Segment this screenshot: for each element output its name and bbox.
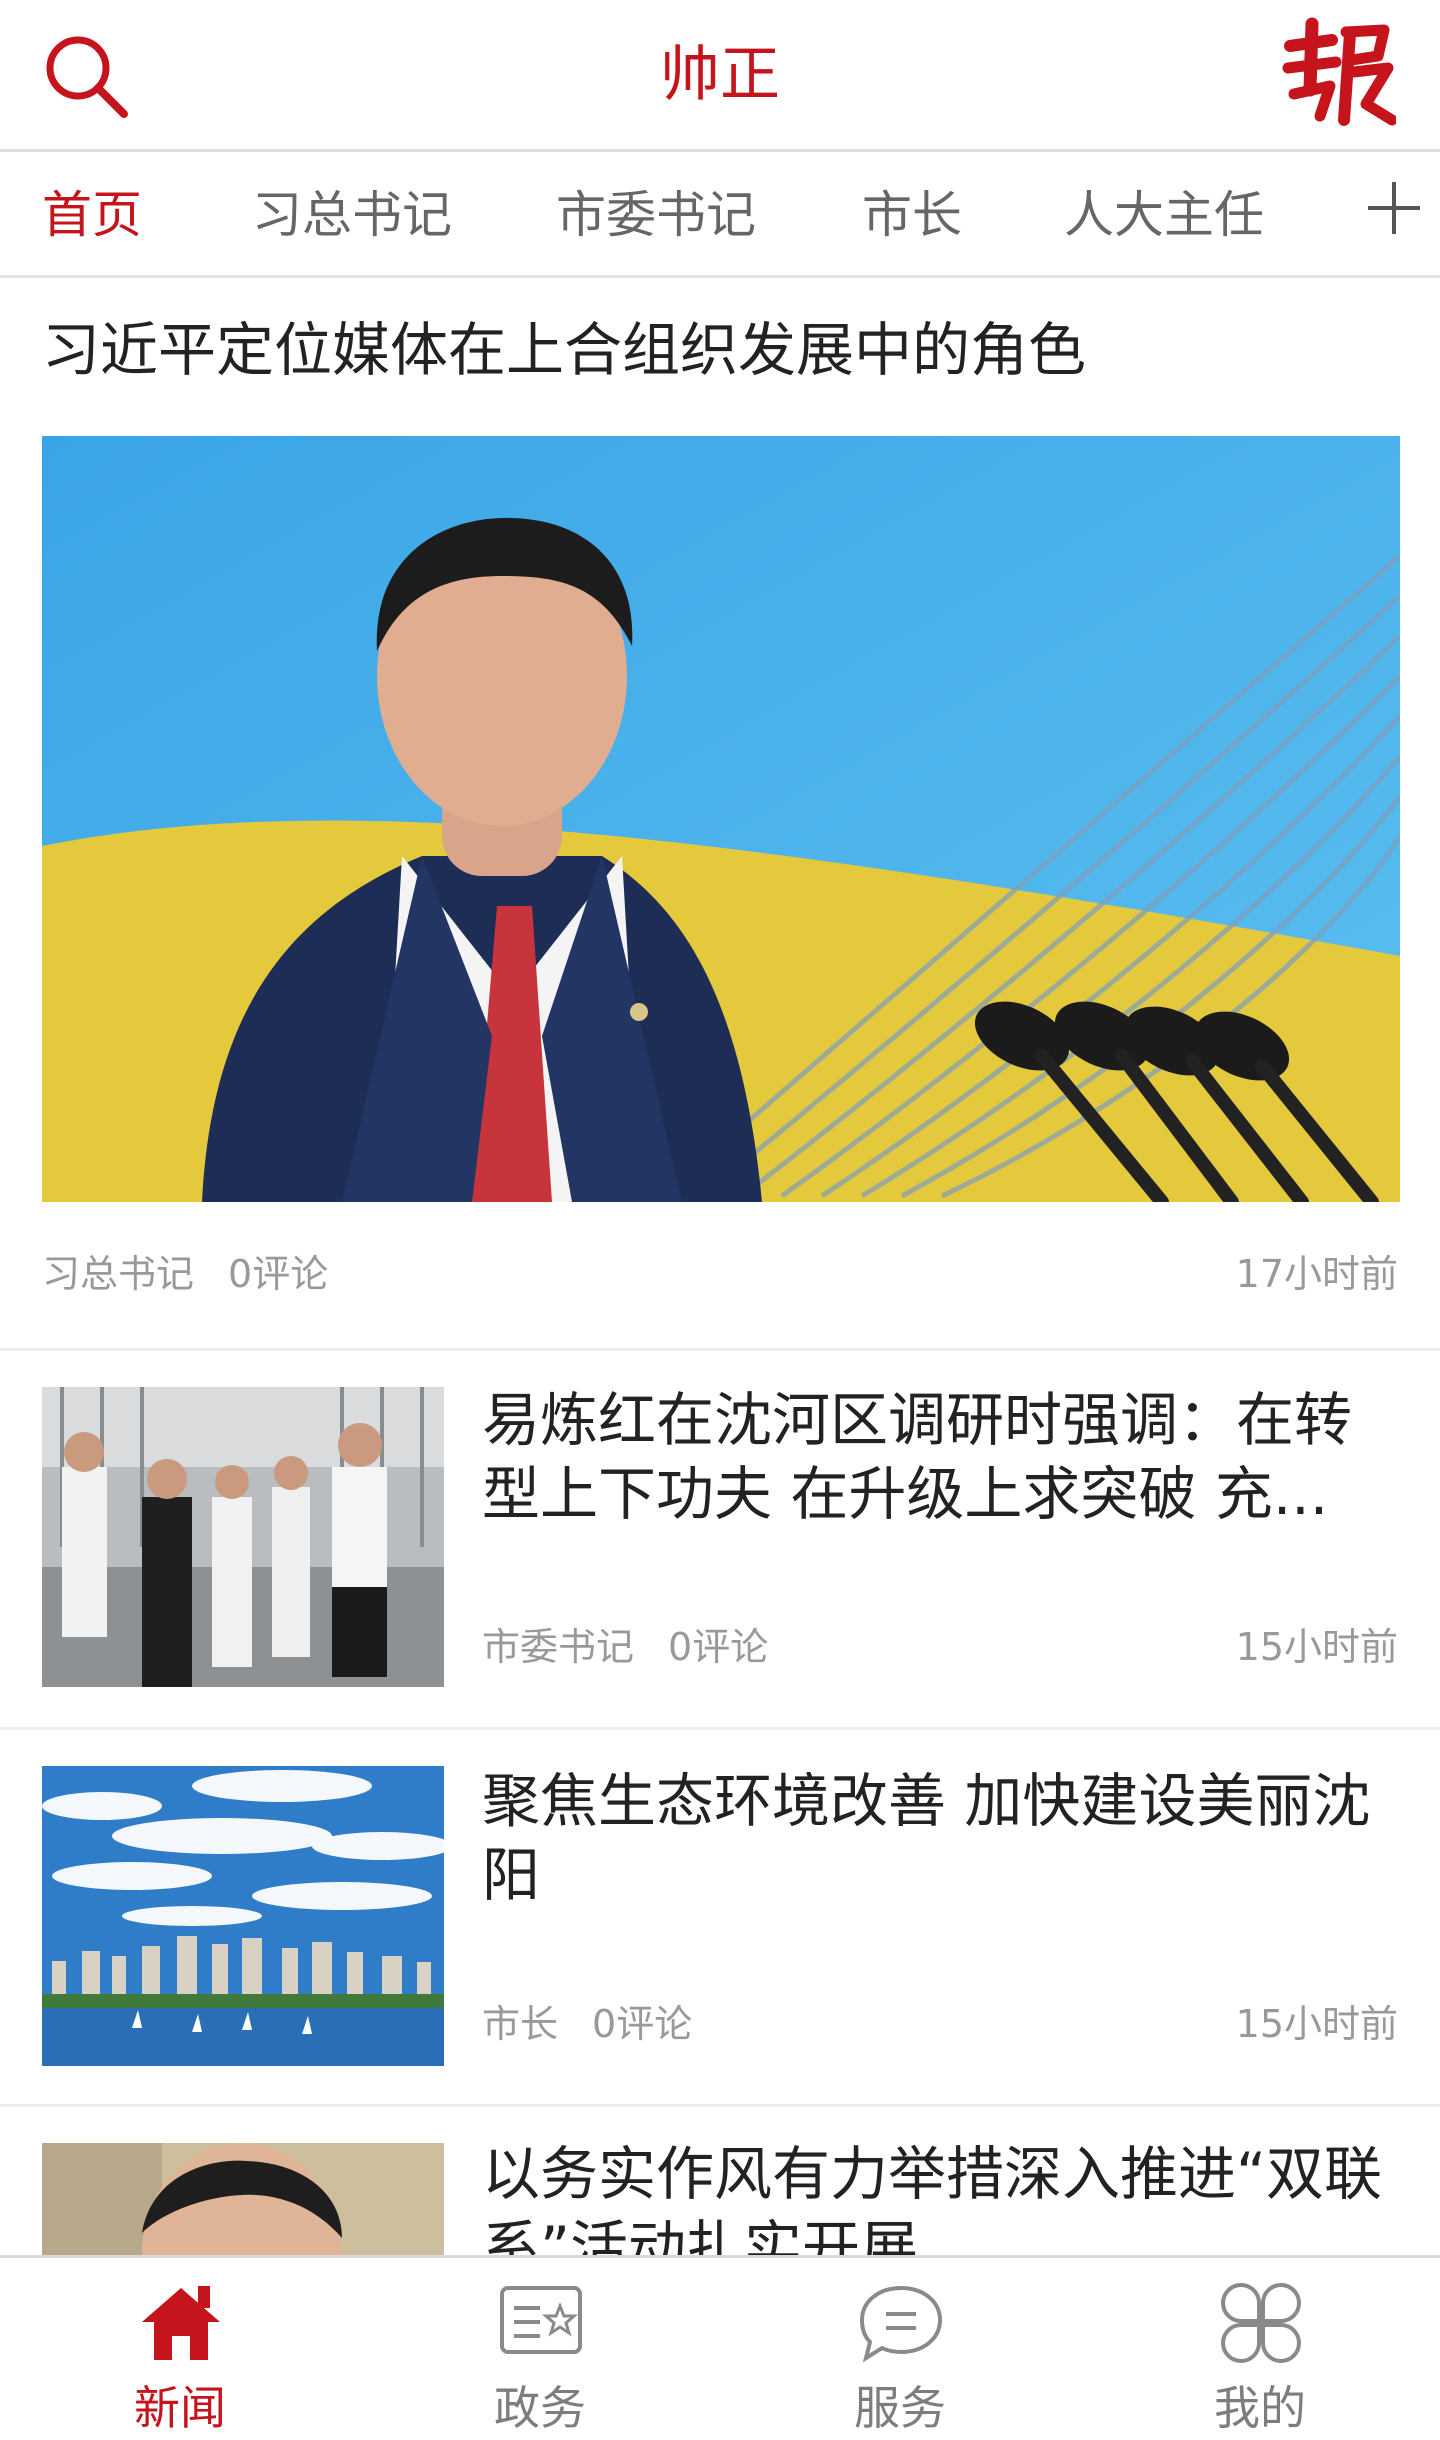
tab-party-secretary[interactable]: 市委书记 <box>556 182 756 248</box>
bottom-navigation: 新闻 政务 服务 我的 <box>0 2255 1440 2440</box>
clover-grid-icon <box>1221 2283 1301 2363</box>
news-item-thumbnail[interactable] <box>42 1766 444 2066</box>
news-item-category: 市委书记 <box>482 1625 635 1669</box>
news-item-time: 15小时前 <box>1235 2002 1398 2046</box>
news-item[interactable]: 聚焦生态环境改善 加快建设美丽沈阳 市长 0评论 15小时前 <box>0 1730 1440 2106</box>
nav-news-label: 新闻 <box>134 2381 226 2435</box>
plus-icon[interactable] <box>1364 178 1424 238</box>
tab-home[interactable]: 首页 <box>42 182 142 248</box>
news-item-title[interactable]: 以务实作风有力举措深入推进“双联系”活动扎实开展 <box>482 2137 1402 2255</box>
news-item-comments: 0评论 <box>668 1625 769 1669</box>
tab-xi[interactable]: 习总书记 <box>252 182 452 248</box>
lead-article-meta: 习总书记 0评论 <box>42 1250 328 1298</box>
news-item[interactable]: 以务实作风有力举措深入推进“双联系”活动扎实开展 <box>0 2107 1440 2255</box>
tab-mayor[interactable]: 市长 <box>862 182 962 248</box>
home-icon <box>142 2286 220 2360</box>
news-item-title[interactable]: 聚焦生态环境改善 加快建设美丽沈阳 <box>482 1764 1402 1912</box>
app-header: 帅正 <box>0 0 1440 152</box>
news-item-comments: 0评论 <box>592 2002 693 2046</box>
news-item-title[interactable]: 易炼红在沈河区调研时强调：在转型上下功夫 在升级上求突破 充... <box>482 1383 1402 1531</box>
nav-government-label: 政务 <box>494 2381 586 2435</box>
news-item-category: 市长 <box>482 2002 559 2046</box>
lead-article-category: 习总书记 <box>42 1252 195 1296</box>
bao-logo-icon[interactable] <box>1280 16 1396 126</box>
news-item-thumbnail[interactable] <box>42 2143 444 2255</box>
news-item-thumbnail[interactable] <box>42 1387 444 1687</box>
document-star-icon <box>500 2286 582 2354</box>
nav-services[interactable]: 服务 <box>720 2258 1080 2440</box>
news-item-meta: 市委书记 0评论 <box>482 1623 768 1671</box>
app-title: 帅正 <box>660 40 780 110</box>
lead-article-comments: 0评论 <box>228 1252 329 1296</box>
tab-npc-director[interactable]: 人大主任 <box>1064 182 1264 248</box>
nav-news[interactable]: 新闻 <box>0 2258 360 2440</box>
lead-article-time: 17小时前 <box>1235 1252 1398 1296</box>
nav-mine-label: 我的 <box>1214 2381 1306 2435</box>
lead-article-title[interactable]: 习近平定位媒体在上合组织发展中的角色 <box>42 312 1086 388</box>
nav-services-label: 服务 <box>854 2381 946 2435</box>
chat-bubble-icon <box>859 2285 943 2363</box>
news-item-meta: 市长 0评论 <box>482 2000 692 2048</box>
news-item[interactable]: 易炼红在沈河区调研时强调：在转型上下功夫 在升级上求突破 充... 市委书记 0评… <box>0 1351 1440 1727</box>
channel-tabs: 首页 习总书记 市委书记 市长 人大主任 <box>0 152 1440 278</box>
nav-mine[interactable]: 我的 <box>1080 2258 1440 2440</box>
nav-government[interactable]: 政务 <box>360 2258 720 2440</box>
lead-article-image[interactable] <box>42 436 1400 1202</box>
news-item-time: 15小时前 <box>1235 1625 1398 1669</box>
